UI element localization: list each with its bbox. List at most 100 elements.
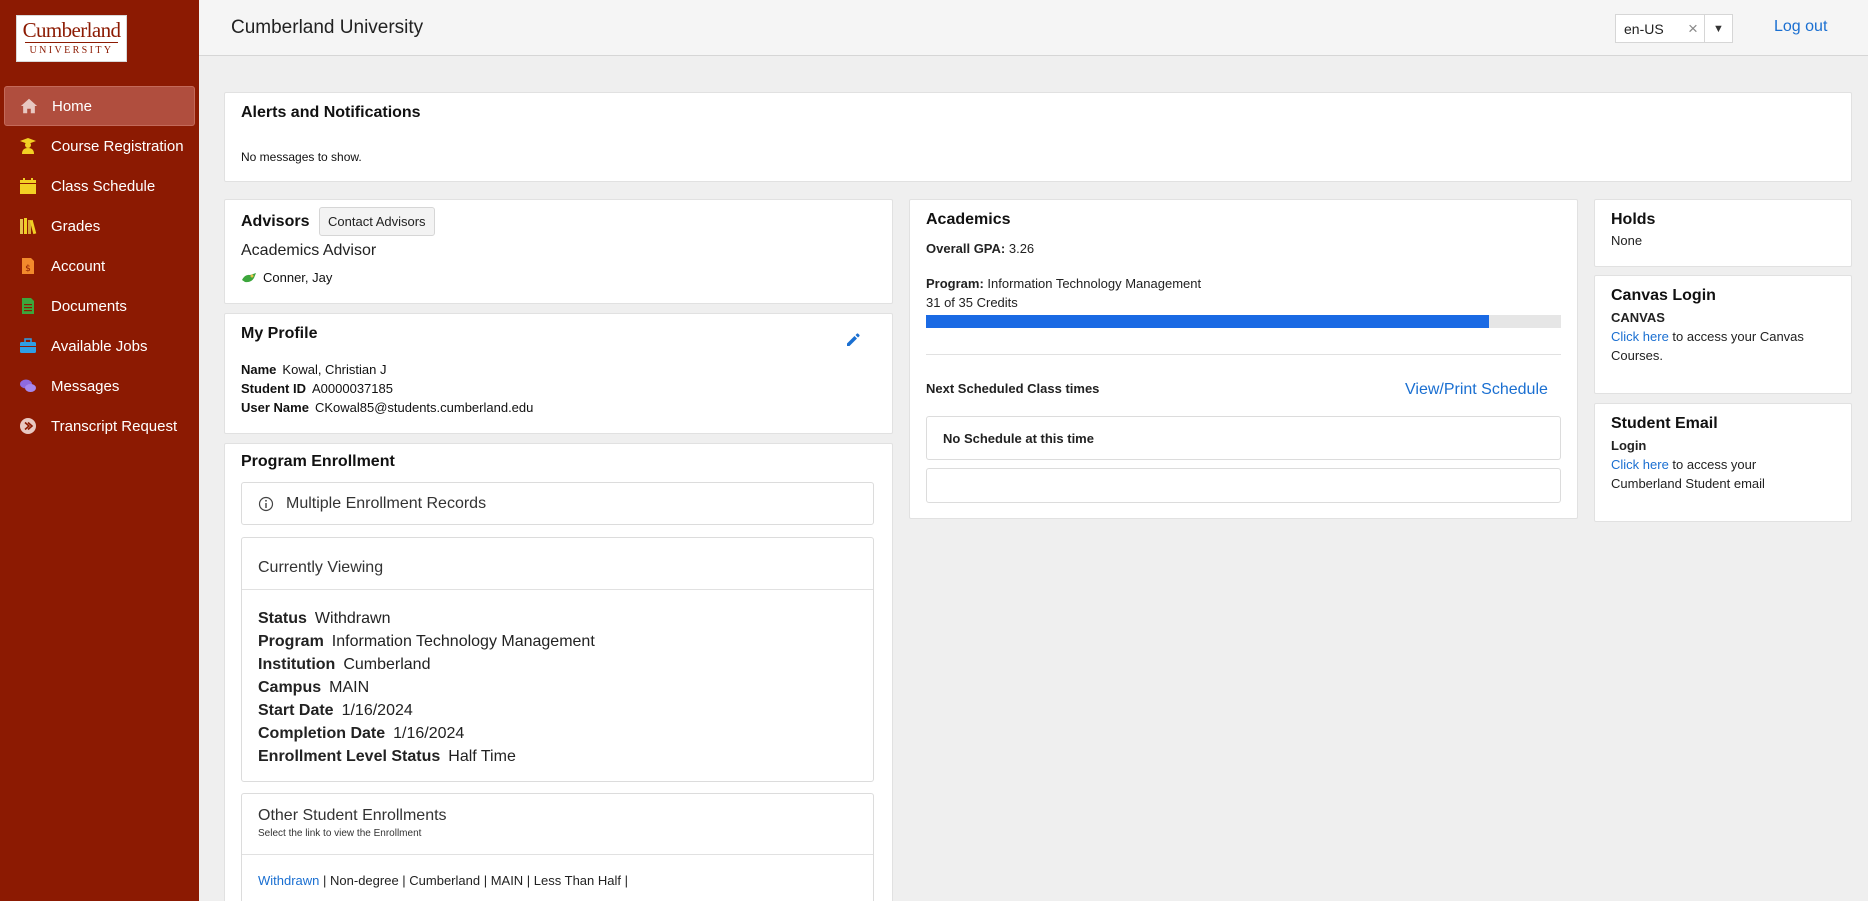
sidebar-item-label: Messages [51,377,120,395]
university-logo[interactable]: Cumberland UNIVERSITY [16,15,127,62]
advisor-icon [242,272,256,282]
top-header: Cumberland University en-US × ▼ Log out [199,0,1868,56]
profile-name-label: Name [241,362,277,377]
sidebar-item-messages[interactable]: Messages [4,366,195,406]
enrollment-institution-row: Institution Cumberland [258,656,430,674]
alerts-message: No messages to show. [241,150,362,164]
credits-progress-bar [926,315,1561,328]
view-print-schedule-link[interactable]: View/Print Schedule [1405,381,1548,399]
currently-viewing-panel: Currently Viewing Status Withdrawn Progra… [241,537,874,782]
language-select[interactable]: en-US × ▼ [1615,14,1733,43]
arrow-circle-icon [19,417,37,435]
sidebar-item-label: Documents [51,297,127,315]
enrollment-row-label: Campus [258,679,322,696]
logout-link[interactable]: Log out [1774,18,1827,36]
currently-viewing-title: Currently Viewing [242,538,873,590]
home-icon [20,97,38,115]
briefcase-icon [19,337,37,355]
multiple-enrollment-notice[interactable]: Multiple Enrollment Records [241,482,874,525]
edit-profile-icon[interactable] [845,332,861,353]
program-label: Program: [926,276,984,291]
sidebar-item-documents[interactable]: Documents [4,286,195,326]
profile-user-row: User Name CKowal85@students.cumberland.ed… [241,400,533,415]
alerts-card: Alerts and Notifications No messages to … [224,92,1852,182]
sidebar-item-transcript-request[interactable]: Transcript Request [4,406,195,446]
logo-subtext: UNIVERSITY [29,45,114,56]
enrollment-row-value: Half Time [448,748,516,765]
other-enrollments-panel: Other Student Enrollments Select the lin… [241,793,874,901]
email-title: Student Email [1611,415,1718,432]
profile-name-row: Name Kowal, Christian J [241,362,386,377]
profile-id-label: Student ID [241,381,306,396]
alerts-title: Alerts and Notifications [241,104,421,121]
advisor-role: Academics Advisor [241,242,377,259]
sidebar: Cumberland UNIVERSITY Home Course Regist… [0,0,199,901]
canvas-login-card: Canvas Login CANVAS Click here to access… [1594,275,1852,394]
enrollment-program-row: Program Information Technology Management [258,633,595,651]
profile-title: My Profile [241,325,318,342]
divider [926,354,1561,355]
profile-user-label: User Name [241,400,309,415]
profile-card: My Profile Name Kowal, Christian J Studen… [224,313,893,434]
other-enrollments-subtitle: Select the link to view the Enrollment [258,828,422,839]
sidebar-item-label: Available Jobs [51,337,148,355]
enrollment-row-value: Withdrawn [314,610,391,627]
sidebar-item-class-schedule[interactable]: Class Schedule [4,166,195,206]
holds-card: Holds None [1594,199,1852,267]
email-text-line1: Click here to access your [1611,455,1756,474]
other-enrollment-link[interactable]: Withdrawn [258,873,319,888]
chat-icon [19,377,37,395]
enrollment-title: Program Enrollment [241,453,395,470]
multiple-enrollment-label: Multiple Enrollment Records [286,494,487,512]
enrollment-row-value: MAIN [329,679,370,696]
calendar-icon [19,177,37,195]
svg-text:$: $ [25,264,31,274]
email-text-2: Cumberland Student email [1611,476,1765,491]
sidebar-item-grades[interactable]: Grades [4,206,195,246]
enrollment-level-status-row: Enrollment Level Status Half Time [258,748,516,766]
enrollment-row-value: Information Technology Management [331,633,595,650]
info-icon [258,496,274,511]
canvas-subtitle: CANVAS [1611,310,1665,325]
enrollment-row-label: Completion Date [258,725,386,742]
clear-icon[interactable]: × [1682,19,1704,39]
enrollment-row-value: Cumberland [343,656,431,673]
enrollment-row-label: Start Date [258,702,334,719]
academics-title: Academics [926,211,1011,228]
enrollment-row-label: Program [258,633,324,650]
sidebar-item-label: Account [51,257,106,275]
program-enrollment-card: Program Enrollment Multiple Enrollment R… [224,443,893,901]
holds-value: None [1611,233,1643,248]
enrollment-start-date-row: Start Date 1/16/2024 [258,702,413,720]
dollar-document-icon: $ [19,257,37,275]
program-row: Program: Information Technology Manageme… [926,276,1201,291]
advisor-name: Conner, Jay [263,270,333,285]
gpa-value: 3.26 [1008,241,1035,256]
email-click-here-link[interactable]: Click here [1611,457,1669,472]
books-icon [19,217,37,235]
email-text-1: to access your [1668,457,1757,472]
page-title: Cumberland University [231,17,424,38]
canvas-click-here-link[interactable]: Click here [1611,329,1669,344]
other-enrollments-title: Other Student Enrollments [258,807,447,824]
student-email-card: Student Email Login Click here to access… [1594,403,1852,522]
advisor-entry: Conner, Jay [241,270,332,285]
sidebar-item-course-registration[interactable]: Course Registration [4,126,195,166]
sidebar-nav: Home Course Registration Class Schedule … [4,86,195,446]
sidebar-item-account[interactable]: $ Account [4,246,195,286]
holds-title: Holds [1611,211,1656,228]
no-schedule-box: No Schedule at this time [926,416,1561,460]
credits-progress-fill [926,315,1489,328]
sidebar-item-label: Class Schedule [51,177,156,195]
sidebar-item-home[interactable]: Home [4,86,195,126]
chevron-down-icon[interactable]: ▼ [1704,15,1732,42]
profile-id-value: A0000037185 [312,381,393,396]
advisors-card: Advisors Contact Advisors Academics Advi… [224,199,893,304]
schedule-empty-box [926,468,1561,503]
enrollment-row-value: 1/16/2024 [393,725,465,742]
contact-advisors-button[interactable]: Contact Advisors [319,207,435,236]
enrollment-campus-row: Campus MAIN [258,679,369,697]
sidebar-item-available-jobs[interactable]: Available Jobs [4,326,195,366]
next-class-label: Next Scheduled Class times [926,381,1100,396]
other-enrollment-details: | Non-degree | Cumberland | MAIN | Less … [319,873,628,888]
